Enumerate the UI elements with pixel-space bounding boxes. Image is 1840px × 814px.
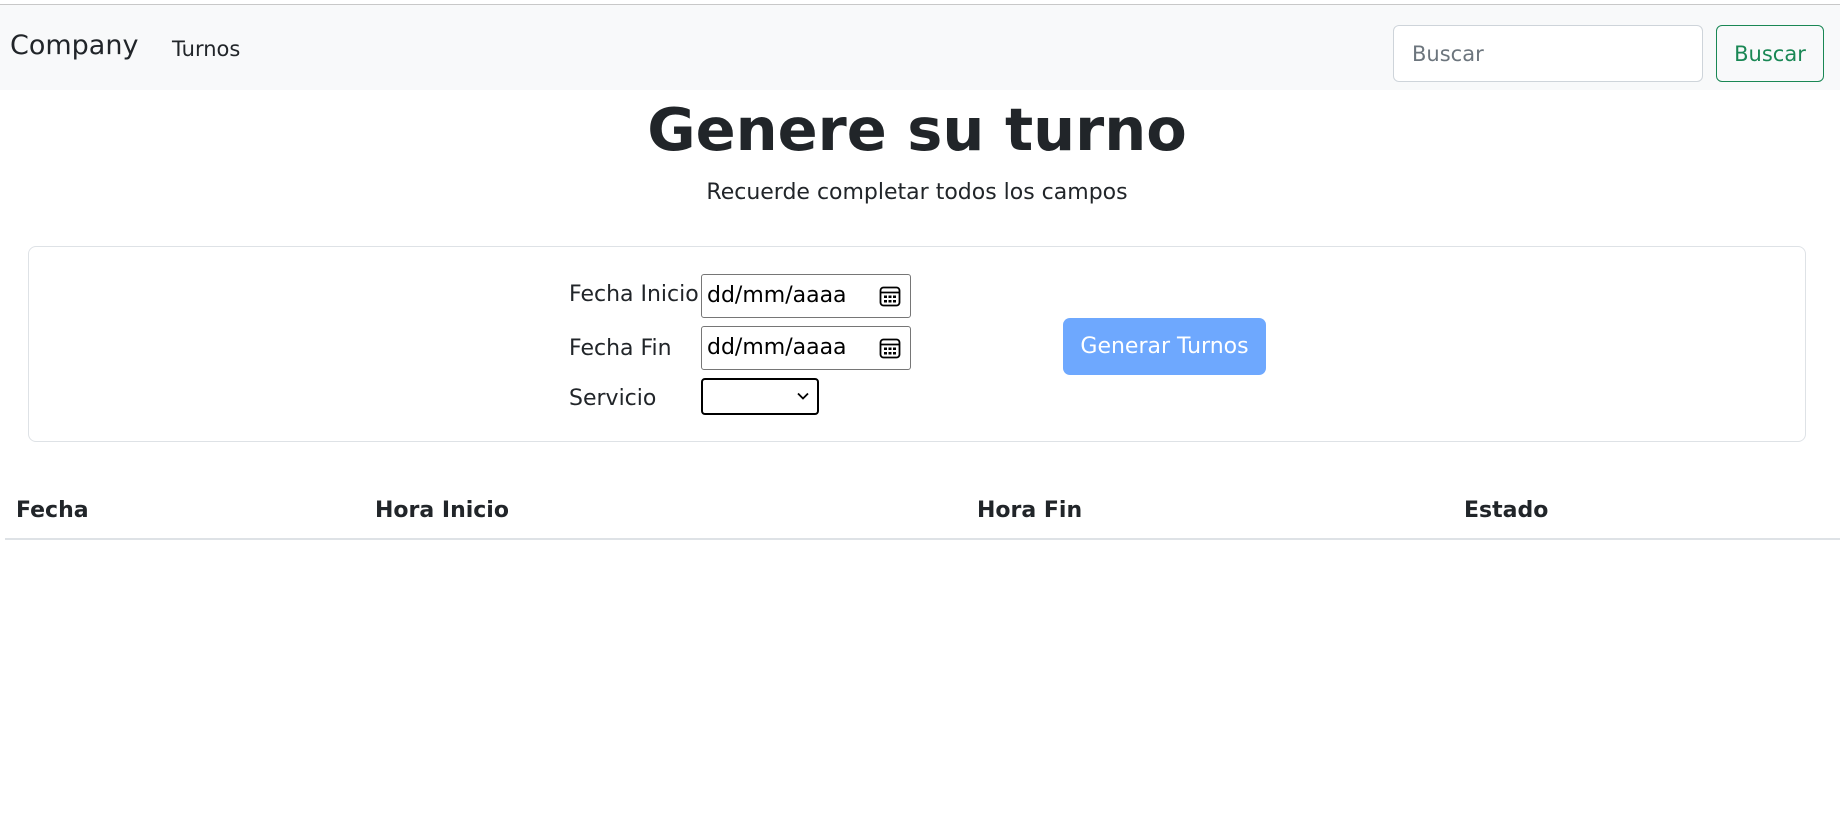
navbar: Company Turnos Buscar bbox=[0, 5, 1840, 90]
calendar-icon[interactable] bbox=[878, 284, 902, 308]
fecha-fin-input[interactable]: dd/mm/aaaa bbox=[701, 326, 911, 370]
column-header-fecha: Fecha bbox=[16, 498, 89, 523]
fecha-fin-placeholder: dd/mm/aaaa bbox=[707, 335, 847, 360]
calendar-icon[interactable] bbox=[878, 336, 902, 360]
column-header-hora-inicio: Hora Inicio bbox=[375, 498, 509, 523]
nav-link-turnos[interactable]: Turnos bbox=[172, 39, 240, 60]
page-subtitle: Recuerde completar todos los campos bbox=[706, 180, 1128, 205]
servicio-label: Servicio bbox=[569, 386, 657, 411]
generate-turnos-button[interactable]: Generar Turnos bbox=[1063, 318, 1266, 375]
search-input[interactable] bbox=[1393, 25, 1703, 82]
navbar-brand[interactable]: Company bbox=[10, 32, 138, 59]
fecha-fin-label: Fecha Fin bbox=[569, 336, 672, 361]
column-header-hora-fin: Hora Fin bbox=[977, 498, 1083, 523]
servicio-select[interactable] bbox=[701, 378, 819, 415]
fecha-inicio-input[interactable]: dd/mm/aaaa bbox=[701, 274, 911, 318]
turnos-table-header: Fecha Hora Inicio Hora Fin Estado bbox=[5, 488, 1840, 540]
column-header-estado: Estado bbox=[1464, 498, 1549, 523]
fecha-inicio-label: Fecha Inicio: bbox=[569, 282, 707, 307]
fecha-inicio-placeholder: dd/mm/aaaa bbox=[707, 283, 847, 308]
search-button[interactable]: Buscar bbox=[1716, 25, 1824, 82]
turno-form-card bbox=[28, 246, 1806, 442]
page-title: Genere su turno bbox=[647, 95, 1187, 164]
chevron-down-icon bbox=[797, 392, 809, 400]
